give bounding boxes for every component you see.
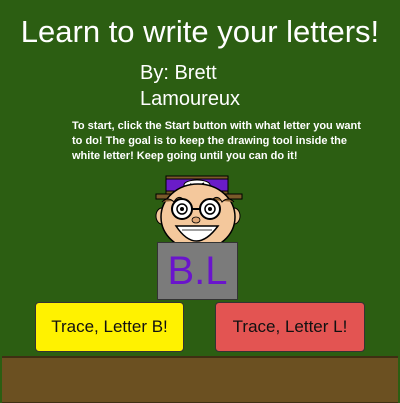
byline-line-1: By: Brett <box>140 62 217 84</box>
instructions-text: To start, click the Start button with wh… <box>72 120 361 162</box>
letter-board: B.L <box>157 242 238 300</box>
ground <box>2 356 398 403</box>
byline-line-2: Lamoureux <box>140 88 241 110</box>
trace-letter-b-button[interactable]: Trace, Letter B! <box>35 302 184 352</box>
page-title: Learn to write your letters! <box>20 14 380 49</box>
trace-letter-l-button[interactable]: Trace, Letter L! <box>215 302 365 352</box>
app-canvas: Learn to write your letters! By: Brett L… <box>0 0 400 403</box>
author-byline: By: Brett Lamoureux <box>140 60 340 112</box>
